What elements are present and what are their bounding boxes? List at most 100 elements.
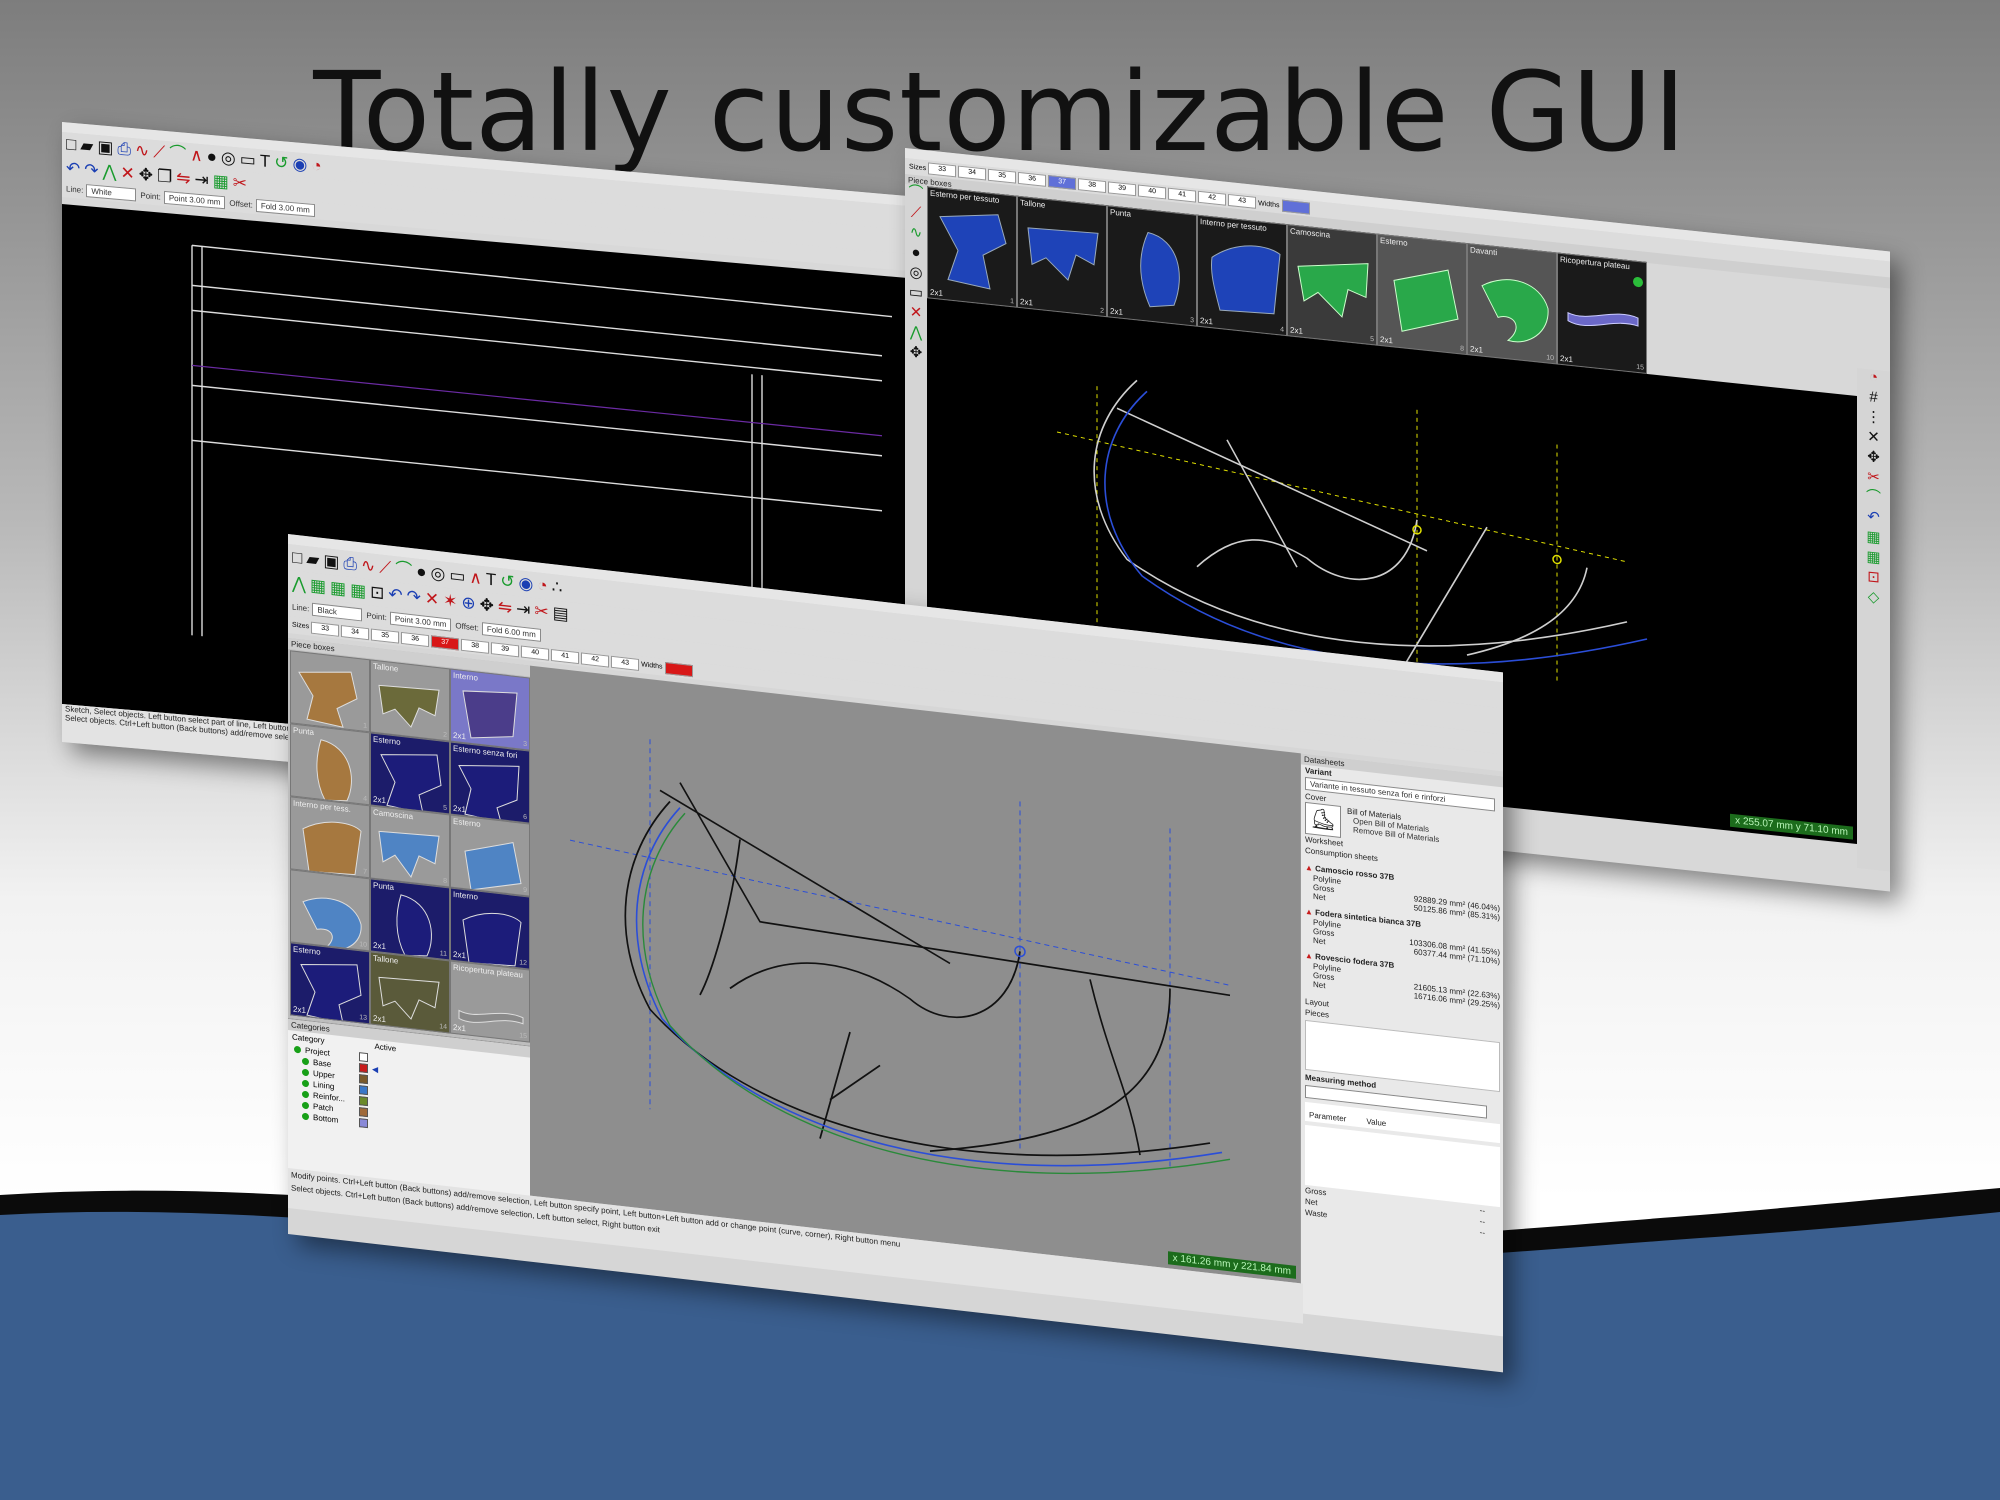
mirror-icon[interactable]: ⇋ xyxy=(498,597,512,619)
width-button[interactable] xyxy=(1281,199,1310,215)
size-button[interactable]: 42 xyxy=(1198,190,1227,206)
drawing-canvas[interactable]: x 161.26 mm y 221.84 mm xyxy=(530,665,1300,1284)
polyline-icon[interactable]: ⟋ xyxy=(379,557,391,578)
notch-icon[interactable]: ▦ xyxy=(1866,548,1880,566)
spline-icon[interactable]: ∿ xyxy=(135,140,149,161)
piece-box[interactable]: Camoscina 2x1 5 xyxy=(1287,224,1377,346)
save-icon[interactable]: ▣ xyxy=(323,551,339,573)
print-icon[interactable]: ⎙ xyxy=(117,139,131,160)
piece-box[interactable]: Tallone 2x1 14 xyxy=(370,951,450,1034)
size-button[interactable]: 33 xyxy=(311,621,340,637)
scale-one-icon[interactable]: ⊡ xyxy=(370,582,384,604)
width-button[interactable] xyxy=(664,661,693,677)
scissors-icon[interactable]: ✂ xyxy=(1867,468,1880,486)
cross-icon[interactable]: ✕ xyxy=(120,163,134,184)
piece-box[interactable]: Interno per tess. 7 xyxy=(290,796,370,879)
size-button[interactable]: 40 xyxy=(521,645,550,661)
piece-box[interactable]: Punta 2x1 3 xyxy=(1107,205,1197,327)
tape-icon[interactable]: ◔ xyxy=(537,575,547,596)
new-file-icon[interactable]: □ xyxy=(66,134,76,155)
size-button[interactable]: 42 xyxy=(581,651,610,668)
point-icon[interactable]: ● xyxy=(911,244,920,262)
redo-icon[interactable]: ↷ xyxy=(84,160,98,181)
piece-box[interactable]: Esterno senza fori 2x1 6 xyxy=(450,741,530,824)
size-button[interactable]: 38 xyxy=(1078,178,1107,194)
redo-icon[interactable]: ↷ xyxy=(407,587,421,609)
size-button[interactable]: 40 xyxy=(1138,184,1167,200)
cross-icon[interactable]: ✕ xyxy=(1867,428,1880,446)
piece-box[interactable]: Interno 2x1 3 xyxy=(450,668,530,751)
seam-icon[interactable]: ▦ xyxy=(1866,528,1880,546)
dots-icon[interactable]: ⋮ xyxy=(1866,408,1881,427)
size-button[interactable]: 35 xyxy=(988,168,1017,184)
line-select[interactable]: Black xyxy=(312,602,363,621)
move-icon[interactable]: ✥ xyxy=(480,595,494,617)
size-button[interactable]: 39 xyxy=(491,641,520,657)
scissors-icon[interactable]: ✂ xyxy=(233,173,247,194)
undo-icon[interactable]: ↶ xyxy=(66,158,80,179)
cross-icon[interactable]: ✕ xyxy=(910,303,923,321)
eye-icon[interactable]: ◉ xyxy=(292,154,307,175)
grid-icon[interactable]: ▦ xyxy=(350,580,366,602)
polyline-icon[interactable]: ⟋ xyxy=(911,204,922,222)
circle-icon[interactable]: ◎ xyxy=(909,263,922,281)
size-button[interactable]: 39 xyxy=(1108,181,1137,197)
grid-icon[interactable]: # xyxy=(1869,388,1877,406)
point-select[interactable]: Point 3.00 mm xyxy=(163,190,226,210)
tape-icon[interactable]: ◔ xyxy=(311,156,321,177)
piece-box[interactable]: Camoscina 8 xyxy=(370,805,450,888)
table-icon[interactable]: ▤ xyxy=(553,603,569,625)
line-select[interactable]: White xyxy=(86,184,137,202)
point-icon[interactable]: ● xyxy=(416,562,426,583)
move-icon[interactable]: ✥ xyxy=(1867,448,1880,466)
zigzag-icon[interactable]: ⋀ xyxy=(292,573,306,595)
curve-icon[interactable]: ⌒ xyxy=(169,143,186,164)
spline-icon[interactable]: ∿ xyxy=(361,555,375,577)
pin-icon[interactable]: ⊕ xyxy=(461,593,475,615)
size-button[interactable]: 43 xyxy=(1228,193,1257,209)
move-icon[interactable]: ✥ xyxy=(139,165,153,186)
size-button[interactable]: 38 xyxy=(461,638,490,654)
rectangle-icon[interactable]: ▭ xyxy=(909,283,923,301)
piece-box[interactable]: Punta 4 xyxy=(290,723,370,806)
piece-box[interactable]: Ricopertura plateau 2x1 15 xyxy=(450,960,530,1043)
export-icon[interactable]: ⇥ xyxy=(516,599,530,621)
grid-icon[interactable]: ▦ xyxy=(213,171,229,192)
piece-box[interactable]: Punta 2x1 11 xyxy=(370,878,450,961)
export-icon[interactable]: ⇥ xyxy=(194,170,208,191)
scale-icon[interactable]: ⊡ xyxy=(1867,568,1880,586)
piece-box[interactable]: 10 xyxy=(290,869,370,952)
corner-icon[interactable]: ∧ xyxy=(469,568,481,589)
notch-icon[interactable]: ▦ xyxy=(330,578,346,600)
circle-icon[interactable]: ◎ xyxy=(221,148,236,169)
size-button-selected[interactable]: 37 xyxy=(1048,175,1077,190)
size-button[interactable]: 33 xyxy=(928,162,957,178)
move-icon[interactable]: ✥ xyxy=(910,343,923,361)
piece-box[interactable]: Interno 2x1 12 xyxy=(450,887,530,970)
seam-icon[interactable]: ▦ xyxy=(310,576,326,598)
piece-box[interactable]: Tallone 2 xyxy=(370,659,450,742)
size-button[interactable]: 43 xyxy=(611,655,640,671)
scissors-icon[interactable]: ✂ xyxy=(534,601,548,623)
text-icon[interactable]: T xyxy=(486,570,496,591)
size-button[interactable]: 35 xyxy=(371,627,400,644)
open-folder-icon[interactable]: ▰ xyxy=(80,136,93,157)
polyline-icon[interactable]: ⟋ xyxy=(153,142,165,163)
curve-icon[interactable]: ⌒ xyxy=(908,183,923,202)
size-button-selected[interactable]: 37 xyxy=(431,634,460,650)
size-button[interactable]: 34 xyxy=(341,624,370,640)
size-button[interactable]: 36 xyxy=(1018,171,1047,187)
piece-box[interactable]: Esterno 2x1 8 xyxy=(1377,233,1467,356)
rectangle-icon[interactable]: ▭ xyxy=(240,150,256,171)
size-button[interactable]: 41 xyxy=(1168,187,1197,203)
curve-icon[interactable]: ⌒ xyxy=(395,559,412,581)
piece-box[interactable]: Esterno per tessuto 2x1 1 xyxy=(927,186,1017,308)
star-icon[interactable]: ✶ xyxy=(443,591,457,613)
size-button[interactable]: 36 xyxy=(401,631,430,647)
text-icon[interactable]: T xyxy=(260,151,270,172)
piece-box[interactable]: Esterno 2x1 13 xyxy=(290,942,370,1025)
spline-icon[interactable]: ∿ xyxy=(910,223,923,241)
zigzag-icon[interactable]: ⋀ xyxy=(910,324,922,342)
mirror-icon[interactable]: ⇋ xyxy=(176,168,190,189)
arc-icon[interactable]: ↺ xyxy=(274,153,288,174)
